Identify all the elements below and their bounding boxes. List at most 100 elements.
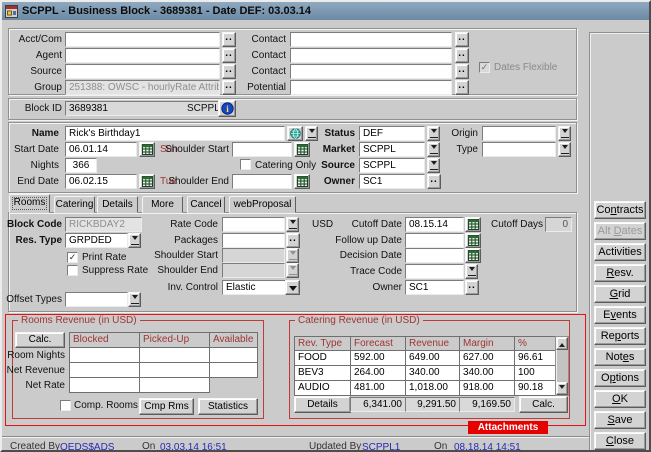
rate-code-lov-button[interactable]: [286, 217, 299, 232]
start-date-field[interactable]: 06.01.14: [65, 142, 137, 157]
cat-cell-revenue[interactable]: 1,018.00: [405, 380, 460, 396]
group-lookup-button[interactable]: ..: [222, 80, 236, 95]
cmp-rms-button[interactable]: Cmp Rms: [139, 398, 194, 415]
cutoff-date-calendar-button[interactable]: [465, 217, 481, 232]
rt-owner-lookup-button[interactable]: ..: [465, 280, 479, 295]
acct-com-field[interactable]: [65, 32, 220, 47]
scrollbar-down-button[interactable]: [556, 382, 568, 395]
cat-cell-margin[interactable]: 340.00: [459, 365, 515, 381]
catering-details-button[interactable]: Details: [294, 396, 351, 413]
contact1-lookup-button[interactable]: ..: [455, 32, 469, 47]
cat-cell-forecast[interactable]: 481.00: [350, 380, 406, 396]
rooms-cell[interactable]: [69, 362, 140, 378]
rt-owner-field[interactable]: SC1: [405, 280, 464, 295]
comp-rooms-checkbox[interactable]: [60, 400, 71, 411]
type-lov-button[interactable]: [558, 142, 571, 157]
cat-cell-forecast[interactable]: 264.00: [350, 365, 406, 381]
nights-field[interactable]: 366: [65, 158, 97, 173]
events-button[interactable]: Events: [594, 306, 646, 324]
inv-control-dropdown-button[interactable]: [285, 280, 300, 295]
tab-details[interactable]: Details: [97, 196, 138, 213]
catering-scrollbar[interactable]: [555, 336, 569, 396]
shoulder-end-calendar-button[interactable]: [294, 174, 310, 189]
shoulder-end-field[interactable]: [232, 174, 292, 189]
status-field[interactable]: DEF: [359, 126, 425, 141]
save-button[interactable]: Save: [594, 411, 646, 429]
scrollbar-up-button[interactable]: [556, 337, 568, 350]
cat-cell-pct[interactable]: 96.61: [514, 350, 556, 366]
attachments-lamp[interactable]: Attachments: [468, 421, 548, 434]
trace-code-field[interactable]: [405, 264, 464, 279]
rooms-calc-button[interactable]: Calc.: [15, 332, 65, 348]
origin-field[interactable]: [482, 126, 556, 141]
cat-cell-revenue[interactable]: 340.00: [405, 365, 460, 381]
rooms-cell[interactable]: [69, 347, 140, 363]
acct-com-lookup-button[interactable]: ..: [222, 32, 236, 47]
info-button[interactable]: i: [218, 100, 236, 117]
statistics-button[interactable]: Statistics: [198, 398, 258, 415]
reports-button[interactable]: Reports: [594, 327, 646, 345]
tab-rooms[interactable]: Rooms: [9, 194, 50, 213]
source2-field[interactable]: SCPPL: [359, 158, 425, 173]
res-type-field[interactable]: GRPDED: [65, 233, 128, 248]
follow-up-field[interactable]: [405, 233, 464, 248]
rooms-cell[interactable]: [139, 347, 210, 363]
contact2-field[interactable]: [290, 48, 452, 63]
start-date-calendar-button[interactable]: [139, 142, 155, 157]
close-button[interactable]: Close: [594, 432, 646, 450]
contracts-button[interactable]: Contracts: [594, 201, 646, 219]
agent-lookup-button[interactable]: ..: [222, 48, 236, 63]
shoulder-start-field[interactable]: [232, 142, 292, 157]
contact3-lookup-button[interactable]: ..: [455, 64, 469, 79]
potential-lookup-button[interactable]: ..: [455, 80, 469, 95]
owner-field[interactable]: SC1: [359, 174, 425, 189]
translate-button[interactable]: [287, 126, 303, 141]
cat-cell-margin[interactable]: 627.00: [459, 350, 515, 366]
activities-button[interactable]: Activities: [594, 243, 646, 261]
agent-field[interactable]: [65, 48, 220, 63]
end-date-field[interactable]: 06.02.15: [65, 174, 137, 189]
grid-button[interactable]: Grid: [594, 285, 646, 303]
rooms-cell[interactable]: [209, 347, 258, 363]
source2-lov-button[interactable]: [427, 158, 440, 173]
ok-button[interactable]: OK: [594, 390, 646, 408]
rooms-cell[interactable]: [139, 377, 210, 393]
potential-field[interactable]: [290, 80, 452, 95]
offset-types-lov-button[interactable]: [128, 292, 141, 307]
rooms-cell[interactable]: [69, 377, 140, 393]
contact1-field[interactable]: [290, 32, 452, 47]
packages-lookup-button[interactable]: ..: [286, 233, 300, 248]
decision-date-calendar-button[interactable]: [465, 248, 481, 263]
rooms-cell[interactable]: [209, 362, 258, 378]
decision-date-field[interactable]: [405, 248, 464, 263]
catering-only-checkbox[interactable]: [240, 159, 251, 170]
suppress-rate-checkbox[interactable]: [67, 265, 78, 276]
cat-cell-forecast[interactable]: 592.00: [350, 350, 406, 366]
tab-more[interactable]: More: [142, 196, 183, 213]
owner-lookup-button[interactable]: ..: [427, 174, 441, 189]
cat-cell-type[interactable]: FOOD: [294, 350, 351, 366]
offset-types-field[interactable]: [65, 292, 128, 307]
origin-lov-button[interactable]: [558, 126, 571, 141]
type-field[interactable]: [482, 142, 556, 157]
cat-cell-type[interactable]: BEV3: [294, 365, 351, 381]
cat-cell-revenue[interactable]: 649.00: [405, 350, 460, 366]
res-type-lov-button[interactable]: [128, 233, 141, 248]
contact2-lookup-button[interactable]: ..: [455, 48, 469, 63]
market-field[interactable]: SCPPL: [359, 142, 425, 157]
inv-control-combo[interactable]: Elastic: [222, 280, 286, 295]
tab-catering[interactable]: Catering: [54, 196, 95, 213]
name-field[interactable]: Rick's Birthday1: [65, 126, 285, 141]
source-lookup-button[interactable]: ..: [222, 64, 236, 79]
cat-cell-pct[interactable]: 100: [514, 365, 556, 381]
print-rate-checkbox[interactable]: ✓: [67, 252, 78, 263]
follow-up-calendar-button[interactable]: [465, 233, 481, 248]
resv-button[interactable]: Resv.: [594, 264, 646, 282]
dates-flexible-checkbox[interactable]: ✓: [479, 62, 490, 73]
source-field[interactable]: [65, 64, 220, 79]
rooms-cell[interactable]: [139, 362, 210, 378]
trace-code-lov-button[interactable]: [465, 264, 478, 279]
packages-field[interactable]: [222, 233, 285, 248]
contact3-field[interactable]: [290, 64, 452, 79]
shoulder-start-calendar-button[interactable]: [294, 142, 310, 157]
